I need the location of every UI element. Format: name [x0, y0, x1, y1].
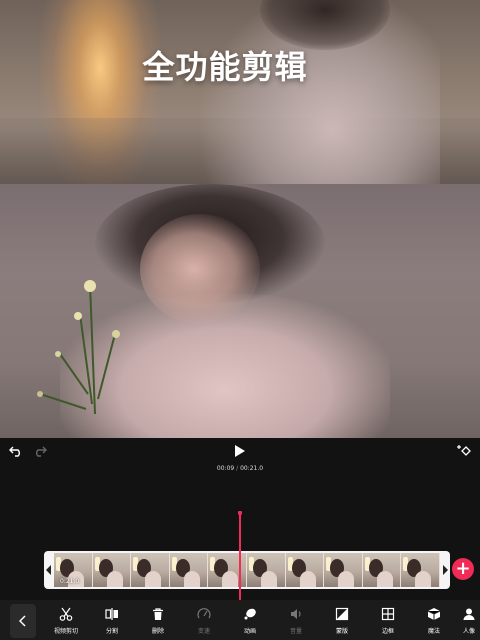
tool-video-cut[interactable]: 视频剪切 — [48, 606, 84, 638]
clip-frame — [324, 553, 363, 587]
tool-label: 魔法 — [427, 628, 440, 635]
clip-frame — [92, 553, 132, 587]
tool-label: 人像 — [462, 628, 475, 635]
tool-label: 删除 — [151, 628, 164, 635]
tool-label: 音量 — [289, 628, 302, 635]
clip-trim-left-handle[interactable] — [46, 565, 51, 575]
clip-duration: 0:21.0 — [60, 578, 80, 585]
portrait-icon — [461, 606, 477, 622]
border-icon — [380, 606, 396, 622]
clip-frame — [169, 553, 209, 587]
timecode: 00:09 / 00:21.0 — [0, 465, 480, 472]
tool-label: 视频剪切 — [53, 628, 78, 635]
clip-frame — [285, 553, 325, 587]
scissors-icon — [58, 606, 74, 622]
clip-frame — [131, 553, 170, 587]
clip-frame — [208, 553, 247, 587]
promo-banner: 全功能剪辑 — [0, 0, 480, 184]
clip-frame — [246, 553, 286, 587]
undo-icon[interactable] — [8, 443, 24, 459]
redo-icon[interactable] — [32, 443, 48, 459]
add-keyframe-icon[interactable] — [455, 442, 475, 460]
add-clip-button[interactable]: + — [452, 558, 474, 580]
edit-toolbar: 视频剪切 分割 删除 变速 动画 音量 蒙版 边框 魔法 人像 — [0, 600, 480, 640]
preview-woman-face — [140, 214, 260, 324]
split-icon — [104, 606, 120, 622]
tool-label: 蒙版 — [335, 628, 348, 635]
tool-split[interactable]: 分割 — [94, 606, 130, 638]
tool-portrait[interactable]: 人像 — [458, 606, 480, 638]
play-icon[interactable] — [231, 442, 249, 460]
magic-cube-icon — [426, 606, 442, 622]
promo-title: 全功能剪辑 — [142, 48, 308, 86]
video-preview[interactable] — [0, 184, 480, 438]
tool-label: 动画 — [243, 628, 256, 635]
flower-bouquet — [37, 280, 120, 415]
tool-mask[interactable]: 蒙版 — [324, 606, 360, 638]
tool-label: 边框 — [381, 628, 394, 635]
animation-icon — [242, 606, 258, 622]
speed-icon — [196, 606, 212, 622]
tool-volume[interactable]: 音量 — [278, 606, 314, 638]
tool-label: 分割 — [105, 628, 118, 635]
clip-thumbnails — [54, 553, 440, 587]
clip-trim-right-handle[interactable] — [443, 565, 448, 575]
tool-animation[interactable]: 动画 — [232, 606, 268, 638]
clip-frame — [401, 553, 440, 587]
playback-controls — [0, 438, 480, 464]
volume-icon — [288, 606, 304, 622]
trash-icon — [150, 606, 166, 622]
current-time: 00:09 — [216, 465, 235, 472]
clip-frame — [362, 553, 402, 587]
total-time: 00:21.0 — [240, 465, 264, 472]
tool-magic[interactable]: 魔法 — [416, 606, 452, 638]
video-clip[interactable]: 0:21.0 — [44, 551, 450, 589]
mask-icon — [334, 606, 350, 622]
tool-label: 变速 — [197, 628, 210, 635]
chevron-left-icon — [19, 615, 26, 627]
back-button[interactable] — [10, 604, 36, 638]
tool-speed[interactable]: 变速 — [186, 606, 222, 638]
tool-delete[interactable]: 删除 — [140, 606, 176, 638]
tool-border[interactable]: 边框 — [370, 606, 406, 638]
